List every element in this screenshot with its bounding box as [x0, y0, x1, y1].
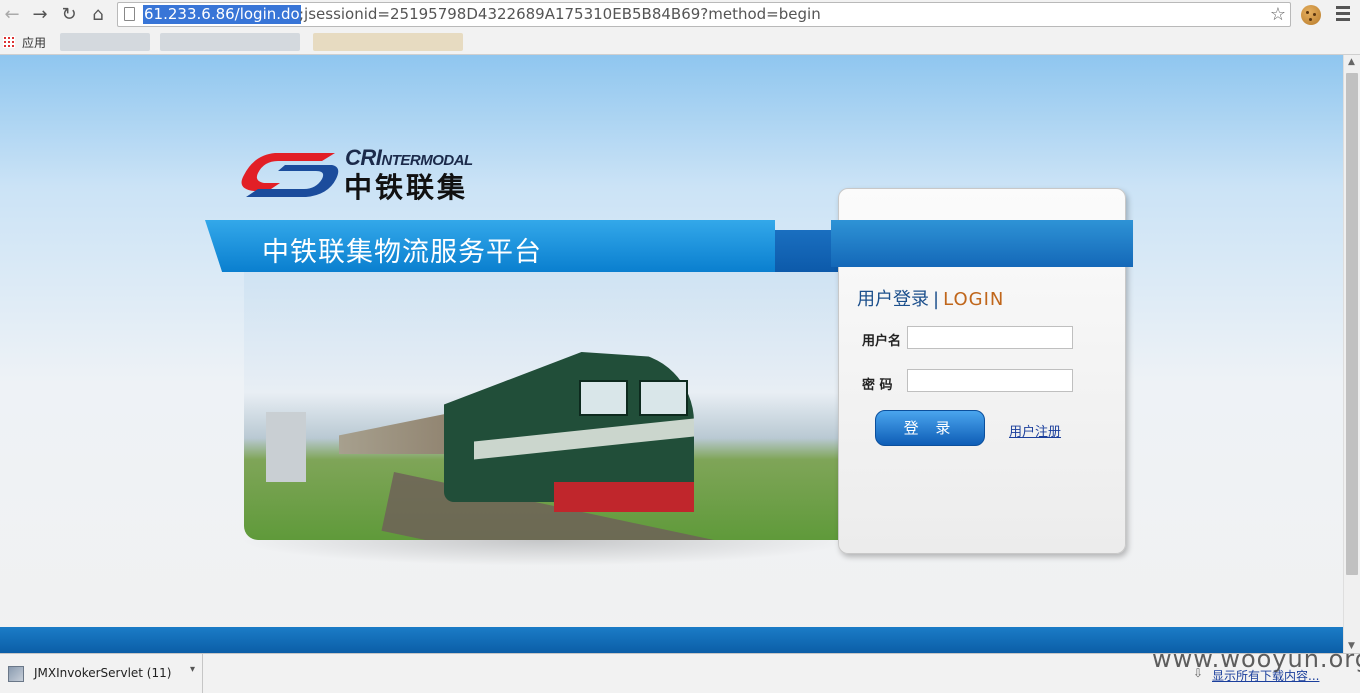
- train-photo: [244, 272, 840, 540]
- photo-locomotive: [444, 312, 694, 512]
- page-icon: [124, 7, 135, 21]
- login-heading: 用户登录 | LOGIN: [857, 285, 1004, 311]
- login-heading-separator: |: [933, 289, 940, 310]
- bookmarks-bar: 应用: [0, 30, 1360, 55]
- watermark: www.wooyun.org: [1152, 645, 1360, 673]
- download-file-name[interactable]: JMXInvokerServlet (11): [34, 666, 171, 680]
- login-heading-en: LOGIN: [943, 289, 1005, 310]
- page-viewport: CRINTERMODAL 中铁联集 中铁联集物流服务平台 用户登录 | LOGIN …: [0, 55, 1343, 653]
- url-host: 61.233.6.86/login.do: [143, 5, 301, 24]
- menu-icon[interactable]: [1336, 6, 1350, 22]
- scroll-thumb[interactable]: [1346, 73, 1358, 575]
- blurred-bookmark[interactable]: [313, 33, 463, 51]
- footer-bar: [0, 627, 1343, 653]
- company-logo: CRINTERMODAL 中铁联集: [240, 145, 510, 204]
- blurred-bookmark[interactable]: [60, 33, 150, 51]
- platform-title: 中铁联集物流服务平台: [262, 237, 542, 268]
- logo-chinese: 中铁联集: [344, 171, 469, 204]
- photo-reflection: [238, 540, 850, 566]
- username-label: 用户名: [862, 334, 902, 349]
- browser-toolbar: ← → ↻ ⌂ 61.233.6.86/login.do ;jsessionid…: [0, 0, 1360, 30]
- chevron-down-icon[interactable]: ▾: [190, 664, 195, 675]
- password-input[interactable]: [907, 369, 1073, 392]
- download-item[interactable]: JMXInvokerServlet (11) ▾: [0, 654, 203, 693]
- vertical-scrollbar[interactable]: ▲ ▼: [1343, 55, 1360, 653]
- password-label: 密 码: [862, 378, 893, 393]
- forward-icon[interactable]: →: [29, 4, 51, 26]
- back-icon[interactable]: ←: [1, 4, 23, 26]
- apps-label[interactable]: 应用: [22, 34, 46, 51]
- login-heading-cn: 用户登录: [857, 289, 929, 310]
- login-header-band: [831, 220, 1133, 267]
- url-path: ;jsessionid=25195798D4322689A175310EB5B8…: [299, 5, 821, 23]
- blurred-bookmark[interactable]: [160, 33, 300, 51]
- address-bar[interactable]: 61.233.6.86/login.do ;jsessionid=2519579…: [117, 2, 1291, 27]
- register-link[interactable]: 用户注册: [1009, 421, 1061, 440]
- bookmark-star-icon[interactable]: ☆: [1270, 4, 1286, 25]
- login-button[interactable]: 登 录: [875, 410, 985, 446]
- file-icon: [8, 666, 24, 682]
- reload-icon[interactable]: ↻: [58, 4, 80, 26]
- username-input[interactable]: [907, 326, 1073, 349]
- scroll-up-icon[interactable]: ▲: [1348, 57, 1355, 67]
- photo-tower: [266, 412, 306, 482]
- home-icon[interactable]: ⌂: [87, 4, 109, 26]
- cookie-extension-icon[interactable]: [1301, 5, 1321, 25]
- logo-mark-icon: [241, 153, 339, 197]
- apps-grid-icon[interactable]: [3, 36, 15, 48]
